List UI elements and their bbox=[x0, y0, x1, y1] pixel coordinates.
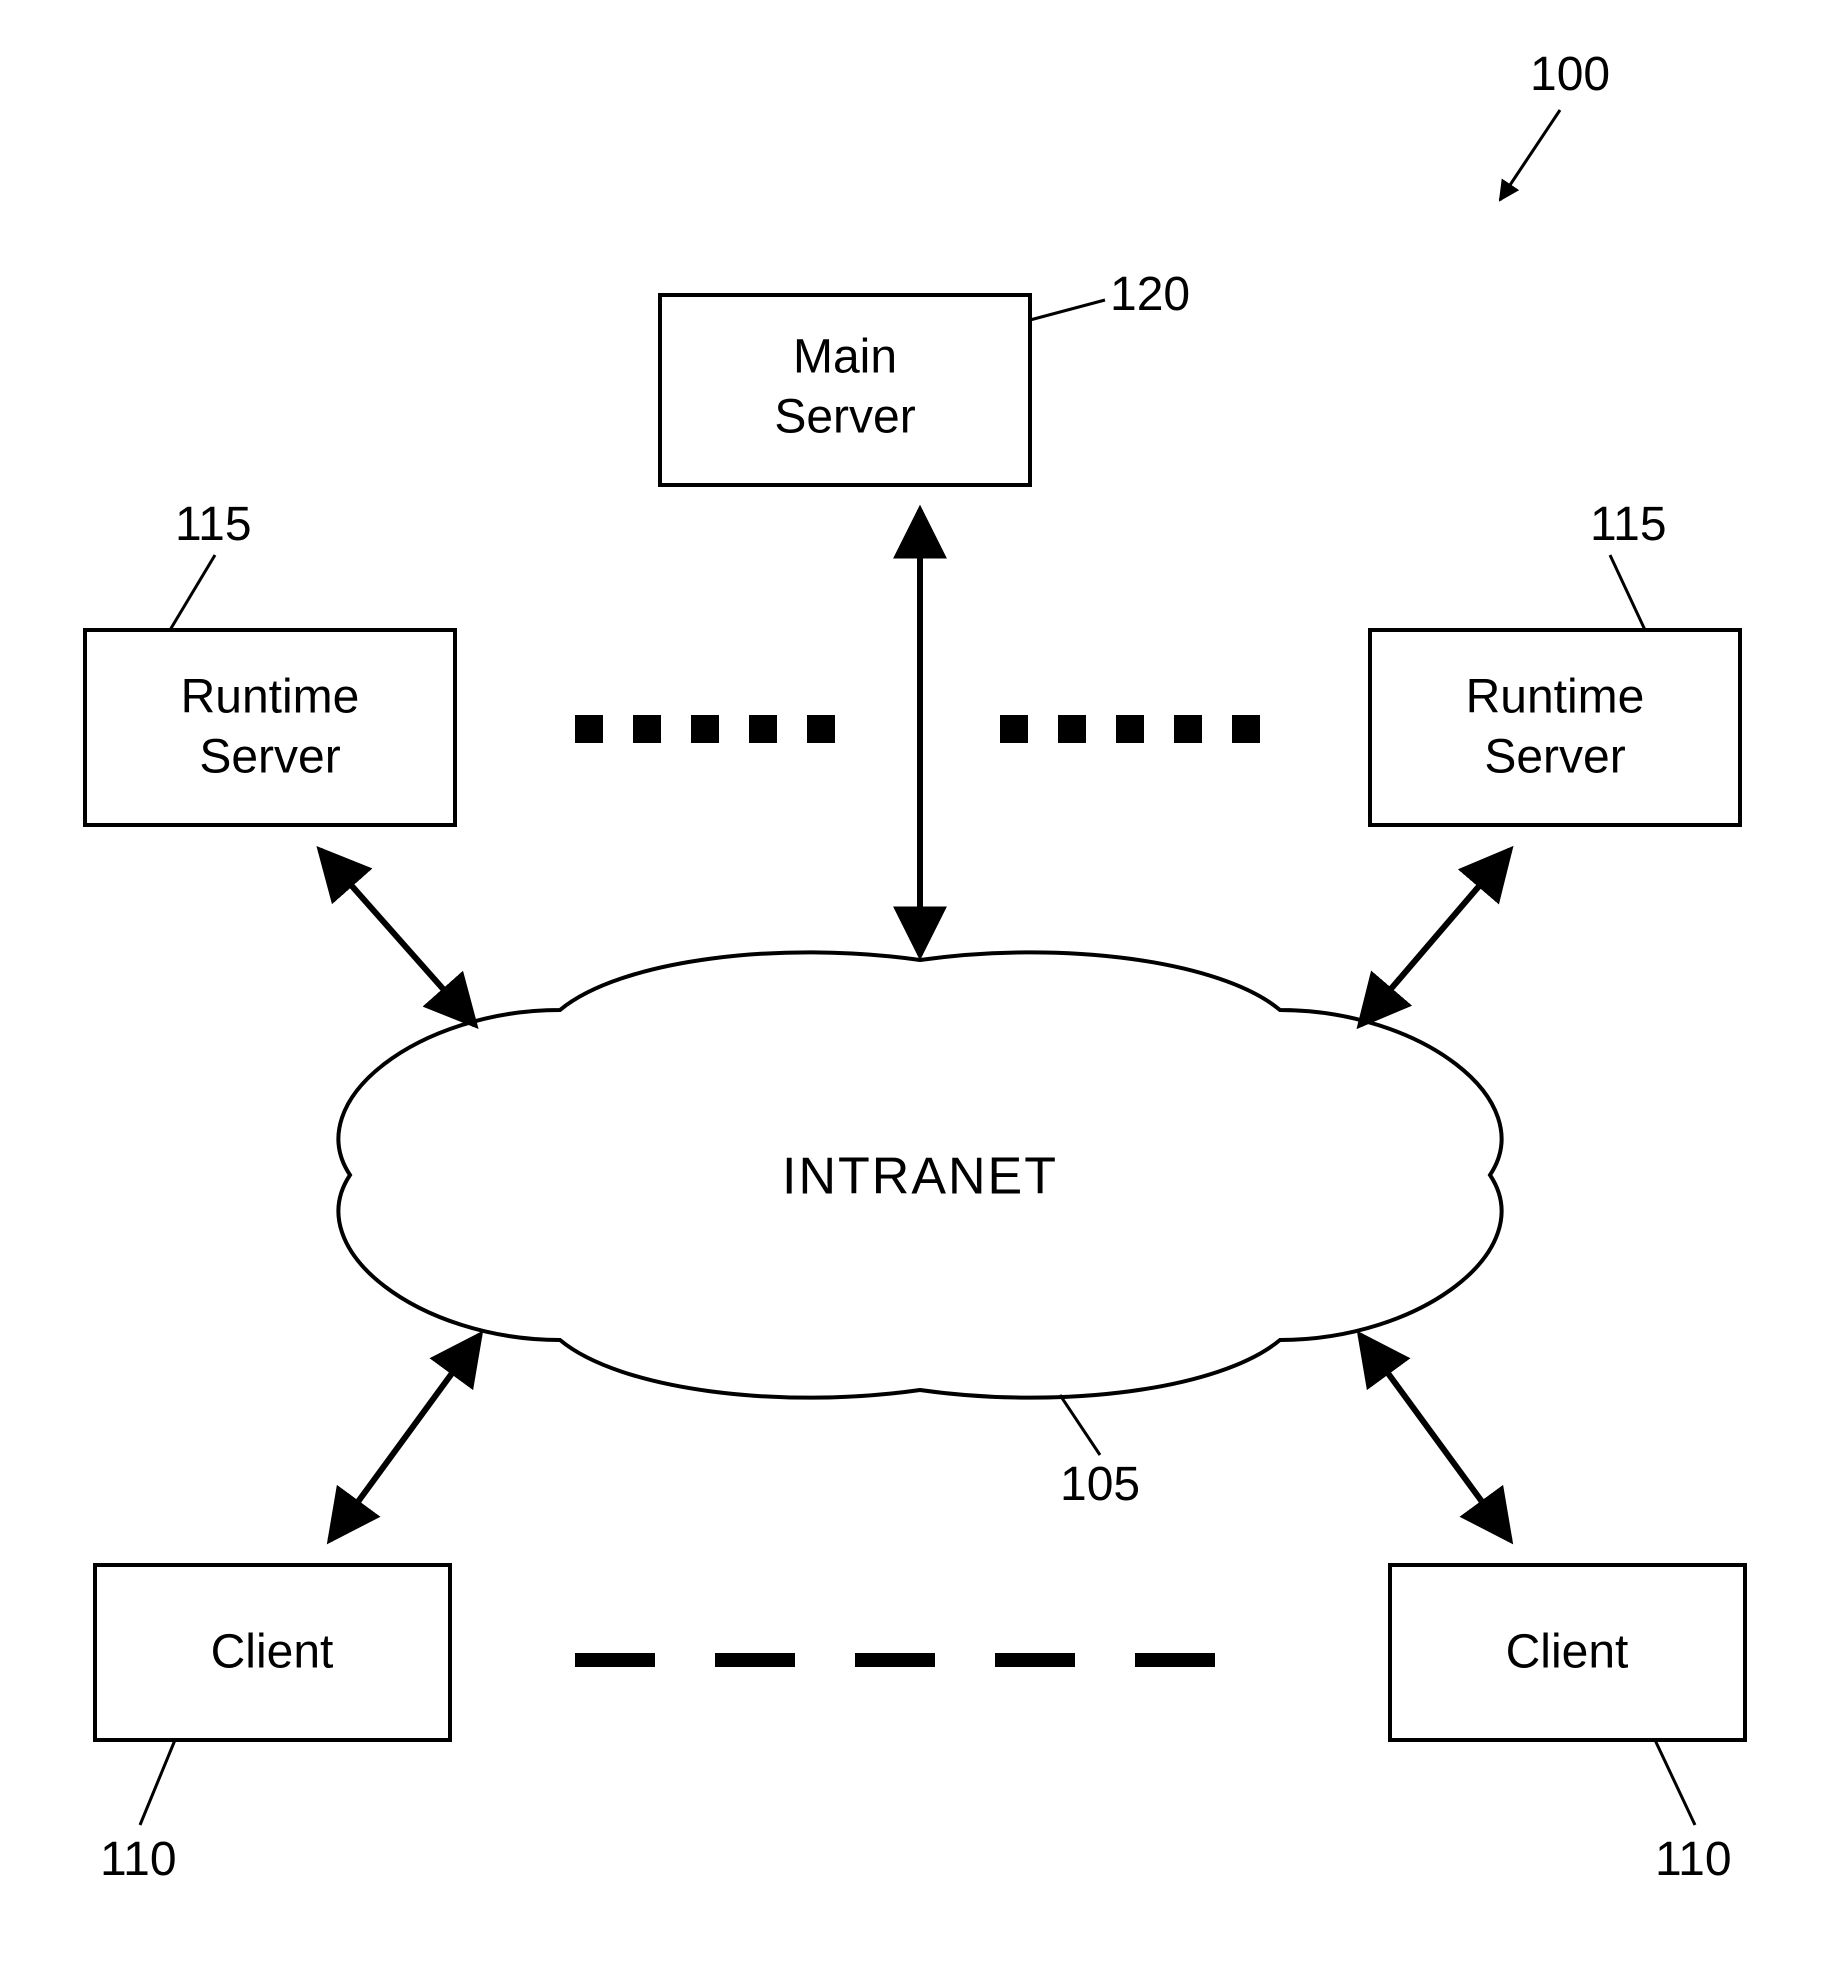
client-left-label: Client bbox=[211, 1626, 334, 1679]
ellipsis-dots-right bbox=[1000, 715, 1260, 743]
client-left-ref: 110 bbox=[100, 1833, 177, 1886]
runtime-server-left-node: Runtime Server 115 bbox=[85, 498, 455, 825]
client-right-ref: 110 bbox=[1655, 1833, 1732, 1886]
network-diagram: 100 Main Server 120 Runtime Server 115 R… bbox=[0, 0, 1834, 1970]
runtime-right-label-1: Runtime bbox=[1466, 671, 1645, 724]
intranet-cloud: INTRANET 105 bbox=[338, 952, 1501, 1511]
client-right-label: Client bbox=[1506, 1626, 1629, 1679]
main-server-node: Main Server 120 bbox=[660, 268, 1190, 485]
ellipsis-dots-left bbox=[575, 715, 835, 743]
connector-client-left-intranet bbox=[330, 1335, 480, 1540]
runtime-right-label-2: Server bbox=[1484, 731, 1625, 784]
main-server-label-1: Main bbox=[793, 331, 897, 384]
system-ref-label: 100 bbox=[1530, 48, 1610, 101]
connector-runtime-left-intranet bbox=[320, 850, 475, 1025]
client-left-node: Client 110 bbox=[95, 1565, 450, 1886]
intranet-label: INTRANET bbox=[782, 1148, 1058, 1206]
client-right-node: Client 110 bbox=[1390, 1565, 1745, 1886]
main-server-label-2: Server bbox=[774, 391, 915, 444]
connector-runtime-right-intranet bbox=[1360, 850, 1510, 1025]
runtime-left-label-1: Runtime bbox=[181, 671, 360, 724]
system-ref: 100 bbox=[1500, 48, 1610, 200]
runtime-server-right-node: Runtime Server 115 bbox=[1370, 498, 1740, 825]
runtime-right-ref: 115 bbox=[1590, 498, 1667, 551]
runtime-left-label-2: Server bbox=[199, 731, 340, 784]
runtime-left-ref: 115 bbox=[175, 498, 252, 551]
connector-client-right-intranet bbox=[1360, 1335, 1510, 1540]
intranet-ref: 105 bbox=[1060, 1458, 1140, 1511]
main-server-ref: 120 bbox=[1110, 268, 1190, 321]
